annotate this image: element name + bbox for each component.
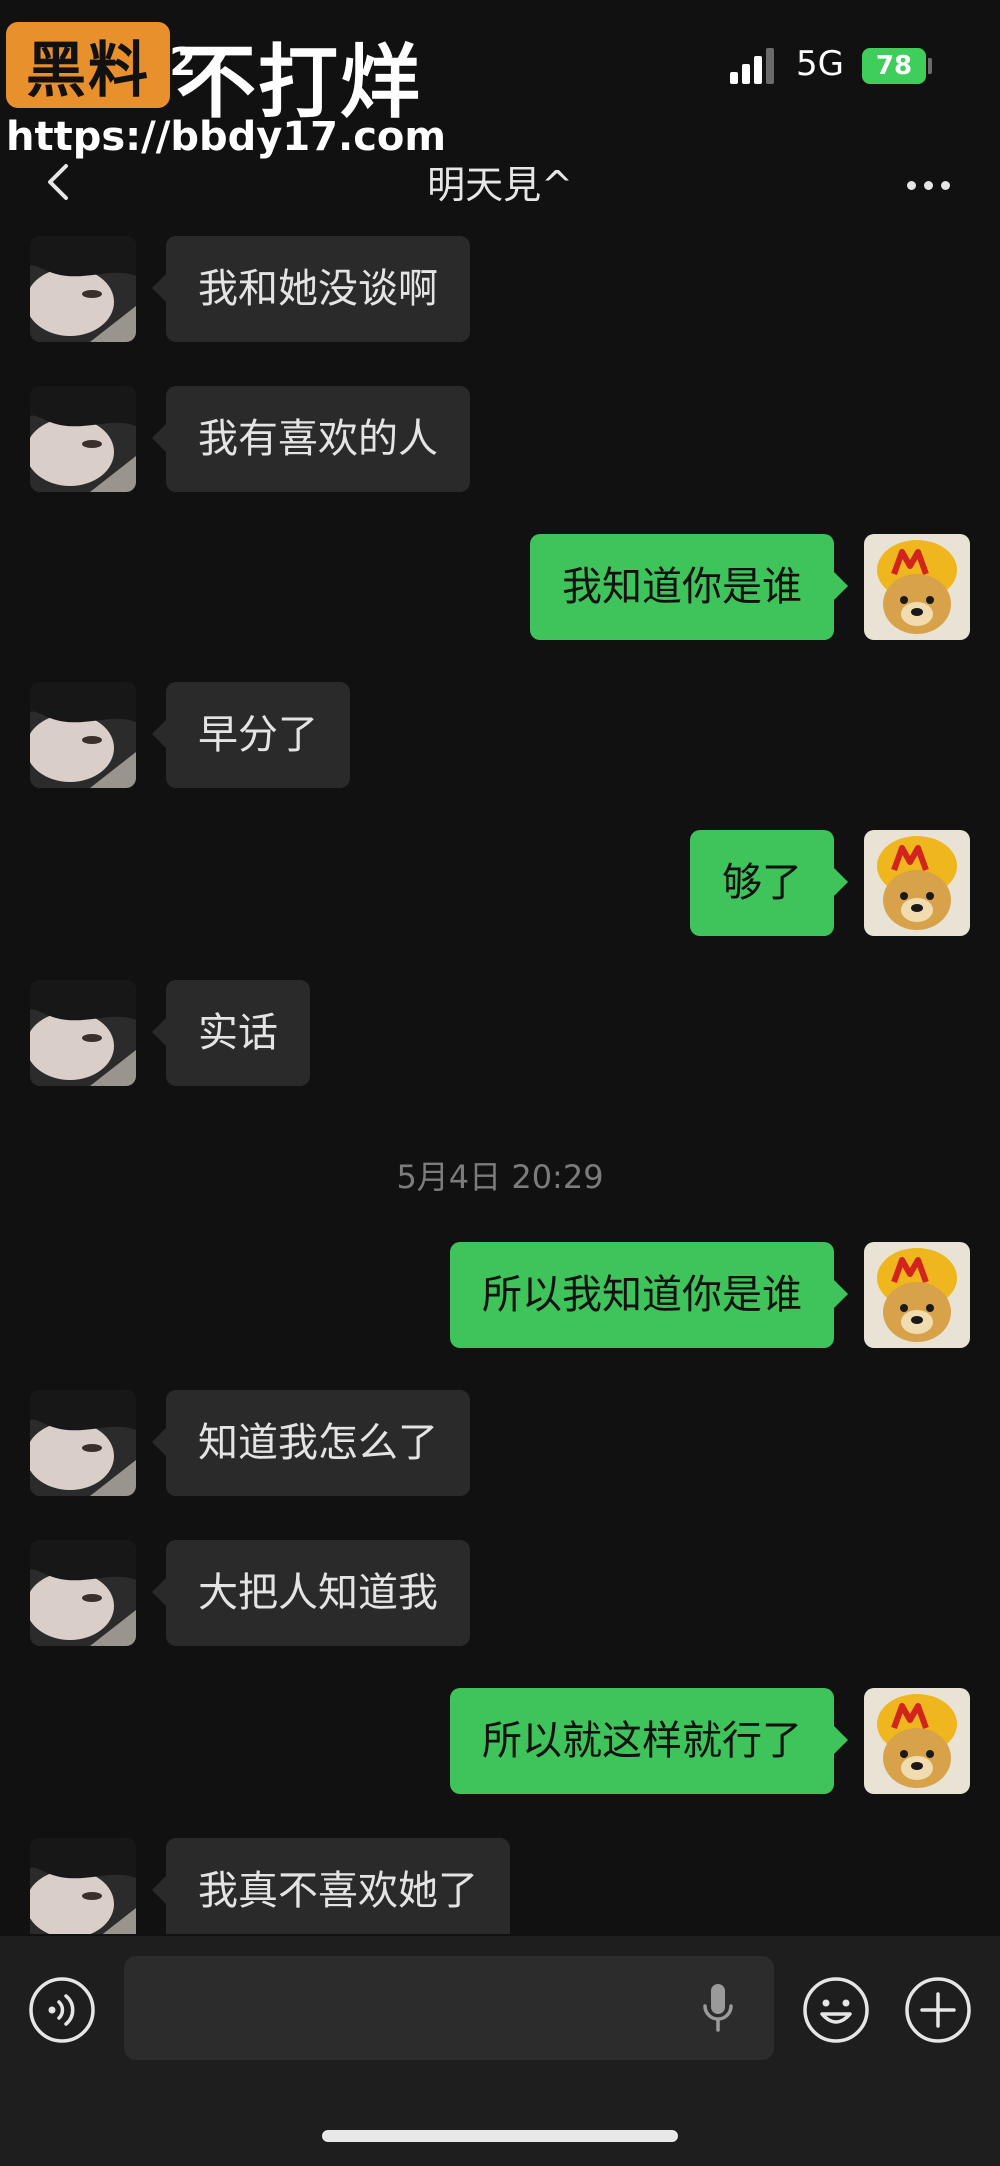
outgoing-bubble[interactable]: 所以我知道你是谁 bbox=[450, 1242, 848, 1348]
watermark-logo: 黑料 bbox=[6, 22, 170, 108]
contact-avatar[interactable] bbox=[30, 386, 136, 492]
network-type: 5G bbox=[796, 44, 844, 84]
plus-icon bbox=[905, 1977, 971, 2043]
home-indicator[interactable] bbox=[322, 2130, 678, 2142]
contact-avatar[interactable] bbox=[30, 1390, 136, 1496]
my-avatar[interactable] bbox=[864, 830, 970, 936]
message-list[interactable]: 我和她没谈啊 我有喜欢的人 我知道你是谁 早分了 够了 实话 5月4日 20:2… bbox=[0, 234, 1000, 1934]
message-row: 我真不喜欢她了 bbox=[0, 1838, 1000, 1934]
incoming-bubble[interactable]: 我真不喜欢她了 bbox=[152, 1838, 510, 1934]
message-row: 我和她没谈啊 bbox=[0, 236, 1000, 342]
contact-avatar[interactable] bbox=[30, 236, 136, 342]
my-avatar[interactable] bbox=[864, 1688, 970, 1794]
my-avatar[interactable] bbox=[864, 1242, 970, 1348]
voice-button[interactable] bbox=[28, 1976, 96, 2044]
battery-icon: 78 bbox=[862, 48, 926, 84]
message-row: 所以我知道你是谁 bbox=[0, 1242, 1000, 1348]
outgoing-bubble[interactable]: 所以就这样就行了 bbox=[450, 1688, 848, 1794]
voice-icon bbox=[29, 1977, 95, 2043]
message-timestamp: 5月4日 20:29 bbox=[396, 1158, 604, 1196]
plus-button[interactable] bbox=[904, 1976, 972, 2044]
input-bar bbox=[0, 1936, 1000, 2166]
chat-title: 明天見^ bbox=[427, 163, 573, 207]
message-row: 够了 bbox=[0, 830, 1000, 936]
contact-avatar[interactable] bbox=[30, 1540, 136, 1646]
message-row: 所以就这样就行了 bbox=[0, 1688, 1000, 1794]
message-row: 我有喜欢的人 bbox=[0, 386, 1000, 492]
emoji-button[interactable] bbox=[802, 1976, 870, 2044]
contact-avatar[interactable] bbox=[30, 980, 136, 1086]
chat-header: 明天見^ bbox=[0, 150, 1000, 234]
watermark-logo-text: 黑料 bbox=[26, 35, 150, 106]
incoming-bubble[interactable]: 实话 bbox=[152, 980, 310, 1086]
incoming-bubble[interactable]: 早分了 bbox=[152, 682, 350, 788]
battery-level: 78 bbox=[875, 51, 913, 81]
mic-icon[interactable] bbox=[700, 1982, 736, 2036]
message-row: 知道我怎么了 bbox=[0, 1390, 1000, 1496]
message-input[interactable] bbox=[124, 1956, 774, 2060]
contact-avatar[interactable] bbox=[30, 682, 136, 788]
emoji-icon bbox=[803, 1977, 869, 2043]
battery-tip bbox=[928, 58, 932, 74]
more-button[interactable] bbox=[898, 170, 958, 200]
message-row: 我知道你是谁 bbox=[0, 534, 1000, 640]
message-row: 实话 bbox=[0, 980, 1000, 1086]
message-row: 早分了 bbox=[0, 682, 1000, 788]
outgoing-bubble[interactable]: 够了 bbox=[690, 830, 848, 936]
my-avatar[interactable] bbox=[864, 534, 970, 640]
incoming-bubble[interactable]: 大把人知道我 bbox=[152, 1540, 470, 1646]
incoming-bubble[interactable]: 我和她没谈啊 bbox=[152, 236, 470, 342]
signal-icon bbox=[730, 48, 780, 84]
more-dots-icon bbox=[906, 180, 916, 190]
message-row: 大把人知道我 bbox=[0, 1540, 1000, 1646]
contact-avatar[interactable] bbox=[30, 1838, 136, 1934]
outgoing-bubble[interactable]: 我知道你是谁 bbox=[530, 534, 848, 640]
incoming-bubble[interactable]: 我有喜欢的人 bbox=[152, 386, 470, 492]
incoming-bubble[interactable]: 知道我怎么了 bbox=[152, 1390, 470, 1496]
